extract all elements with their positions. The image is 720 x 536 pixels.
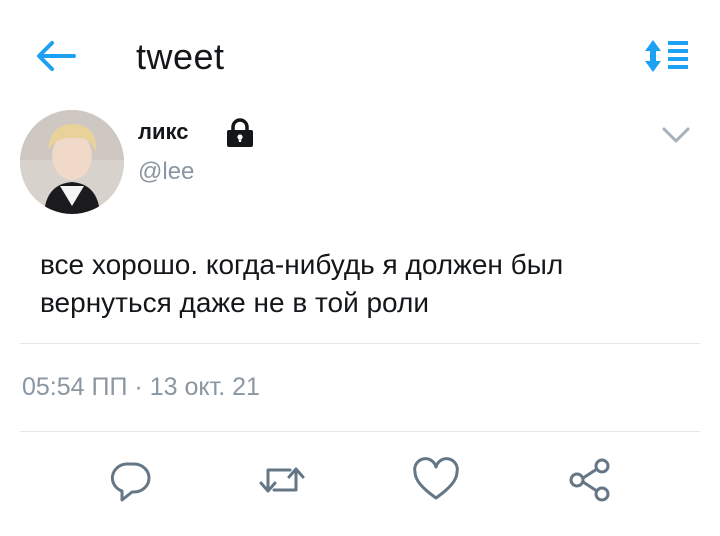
divider	[20, 343, 700, 344]
tweet-actions-bar	[0, 456, 720, 516]
like-button[interactable]	[412, 456, 460, 504]
retweet-icon	[259, 467, 305, 493]
more-options-button[interactable]	[660, 124, 692, 146]
author-handle[interactable]: @lee	[138, 158, 194, 186]
top-bar: tweet	[0, 0, 720, 110]
reply-button[interactable]	[106, 456, 154, 504]
avatar[interactable]	[20, 110, 124, 214]
heart-icon	[413, 457, 459, 500]
share-button[interactable]	[566, 456, 614, 504]
tweet-text-line: все хорошо. когда-нибудь я должен был	[40, 249, 564, 280]
tweet-date: 13 окт. 21	[149, 373, 260, 401]
retweet-button[interactable]	[258, 456, 306, 504]
tweet-timestamp: 05:54 ПП · 13 окт. 21	[22, 370, 260, 404]
arrow-left-icon	[37, 41, 76, 71]
divider	[20, 431, 700, 432]
timestamp-separator: ·	[134, 373, 143, 401]
lock-icon	[224, 116, 256, 148]
back-button[interactable]	[34, 36, 78, 76]
author-display-name[interactable]: ликс	[138, 118, 188, 146]
tweet-text-line: вернуться даже не в той роли	[40, 287, 429, 318]
page-title: tweet	[136, 36, 225, 77]
sort-button[interactable]	[644, 38, 690, 74]
tweet-time: 05:54 ПП	[22, 373, 128, 401]
share-icon	[569, 458, 610, 502]
sort-list-icon	[645, 40, 688, 72]
tweet-text: все хорошо. когда-нибудь я должен был ве…	[40, 246, 700, 322]
chevron-down-icon	[662, 127, 690, 143]
reply-icon	[110, 462, 151, 502]
